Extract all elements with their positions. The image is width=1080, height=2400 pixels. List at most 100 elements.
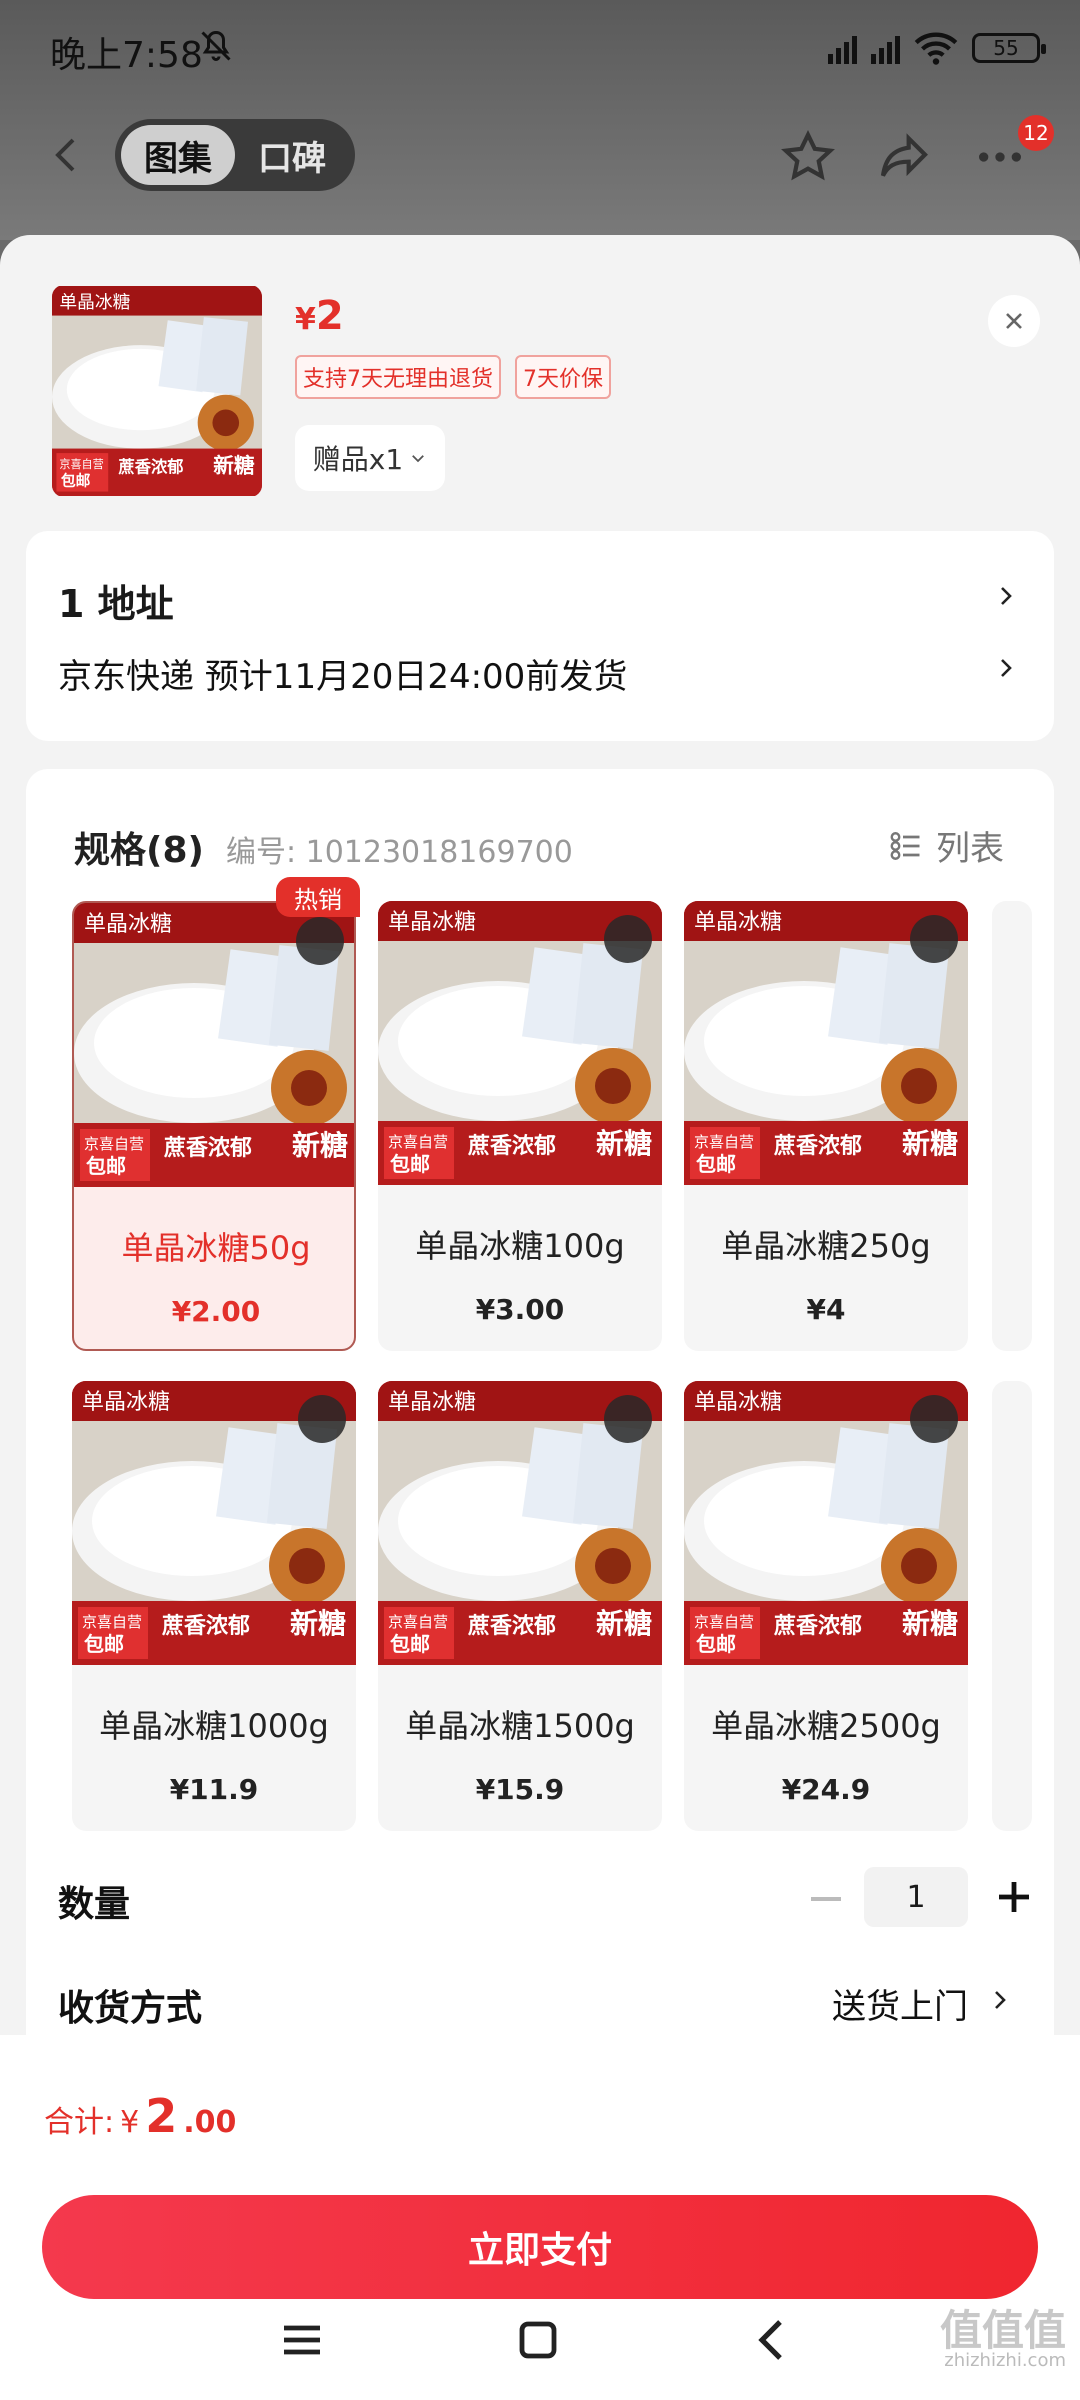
svg-text:包邮: 包邮 xyxy=(390,1632,430,1656)
svg-text:包邮: 包邮 xyxy=(696,1152,736,1176)
zoom-icon[interactable] xyxy=(910,915,958,963)
sku-card[interactable]: 单晶冰糖 京喜自营 包邮 蔗香浓郁 新糖 单晶冰糖2500g ¥24.9 xyxy=(684,1381,968,1831)
back-arrow-icon[interactable] xyxy=(48,135,88,175)
spec-title: 规格(8) xyxy=(74,830,204,871)
zoom-icon[interactable] xyxy=(296,917,344,965)
sku-price: ¥15.9 xyxy=(475,1773,565,1806)
total-symbol: ¥ xyxy=(120,2105,140,2140)
chevron-down-icon xyxy=(412,455,425,463)
quantity-input[interactable]: 1 xyxy=(864,1867,968,1927)
status-time: 晚上7:58 xyxy=(50,35,203,76)
shipping-estimate[interactable]: 京东快递 预计11月20日24:00前发货 xyxy=(58,649,627,698)
svg-text:新糖: 新糖 xyxy=(290,1607,346,1640)
tab-reviews[interactable]: 口碑 xyxy=(235,125,349,185)
star-icon[interactable] xyxy=(780,129,836,185)
watermark-url: zhizhizhi.com xyxy=(944,2350,1066,2371)
chevron-right-icon[interactable] xyxy=(994,581,1018,611)
battery-indicator: 55 xyxy=(972,33,1046,63)
order-total: 合计: ¥2.00 xyxy=(44,2089,236,2143)
svg-text:新糖: 新糖 xyxy=(902,1607,958,1640)
sku-card[interactable]: 单晶冰糖 京喜自营 包邮 蔗香浓郁 新糖 单晶冰糖1000g ¥11.9 xyxy=(72,1381,356,1831)
svg-text:新糖: 新糖 xyxy=(596,1607,652,1640)
total-label: 合计: xyxy=(44,2105,115,2140)
message-count-badge: 12 xyxy=(1018,115,1054,151)
purchase-sheet: 单晶冰糖 京喜自营 包邮 蔗香浓郁 新糖 ¥2 支持7天无理由退货 7天价保 赠… xyxy=(0,235,1080,2400)
sku-card[interactable]: 单晶冰糖 京喜自营 包邮 蔗香浓郁 新糖 单晶冰糖50g ¥2.00 xyxy=(72,901,356,1351)
svg-text:新糖: 新糖 xyxy=(902,1127,958,1160)
address-title[interactable]: 1 地址 xyxy=(58,573,174,628)
svg-text:包邮: 包邮 xyxy=(84,1632,124,1656)
close-button[interactable] xyxy=(988,295,1040,347)
sku-card[interactable]: 单晶冰糖京喜自营 包邮 蔗香浓郁 新糖单晶冰糖250g ¥4 xyxy=(684,901,968,1351)
svg-text:单晶冰糖: 单晶冰糖 xyxy=(388,910,476,935)
share-icon[interactable] xyxy=(876,129,932,185)
signal-icon xyxy=(871,32,900,64)
svg-text:包邮: 包邮 xyxy=(86,1154,126,1178)
sku-card[interactable]: 单晶冰糖 京喜自营 包邮 蔗香浓郁 新糖 单晶冰糖100g ¥3.00 xyxy=(378,901,662,1351)
chevron-right-icon[interactable] xyxy=(994,653,1018,683)
top-nav: 图集 口碑 12 xyxy=(0,115,1080,195)
sku-card[interactable]: 单晶冰糖 京喜自营 包邮 蔗香浓郁 新糖 单晶冰糖1500g ¥15.9 xyxy=(378,1381,662,1831)
svg-text:蔗香浓郁: 蔗香浓郁 xyxy=(773,1613,862,1639)
svg-text:新糖: 新糖 xyxy=(292,1129,348,1162)
product-image: 单晶冰糖 京喜自营 包邮 蔗香浓郁 新糖 xyxy=(52,286,262,496)
minus-icon[interactable] xyxy=(806,1879,846,1919)
sku-price: ¥11.9 xyxy=(169,1773,259,1806)
zoom-icon[interactable] xyxy=(604,1395,652,1443)
product-price: ¥2 xyxy=(295,293,344,339)
svg-text:蔗香浓郁: 蔗香浓郁 xyxy=(163,1135,252,1161)
tag-return-policy: 支持7天无理由退货 xyxy=(295,355,501,399)
svg-text:京喜自营: 京喜自营 xyxy=(59,457,103,471)
delivery-method-row[interactable]: 收货方式 送货上门 xyxy=(58,1963,1028,2043)
plus-icon[interactable] xyxy=(996,1879,1032,1915)
sku-name: 单晶冰糖100g xyxy=(415,1227,625,1265)
svg-text:包邮: 包邮 xyxy=(390,1152,430,1176)
service-tags: 支持7天无理由退货 7天价保 xyxy=(295,355,611,399)
svg-text:单晶冰糖: 单晶冰糖 xyxy=(84,912,172,937)
gift-selector[interactable]: 赠品x1 xyxy=(295,425,445,491)
sku-name: 单晶冰糖250g xyxy=(721,1227,931,1265)
watermark: 值值值 zhizhizhi.com xyxy=(940,2310,1066,2370)
svg-text:单晶冰糖: 单晶冰糖 xyxy=(82,1390,170,1415)
svg-text:蔗香浓郁: 蔗香浓郁 xyxy=(773,1133,862,1159)
sku-name: 单晶冰糖2500g xyxy=(711,1707,941,1745)
wifi-icon xyxy=(914,32,958,65)
bell-muted-icon xyxy=(201,30,231,61)
chevron-right-icon xyxy=(995,1991,1006,2009)
svg-text:单晶冰糖: 单晶冰糖 xyxy=(694,910,782,935)
home-icon[interactable] xyxy=(514,2316,562,2364)
status-bar: 晚上7:58 55 xyxy=(0,0,1080,100)
delivery-label: 收货方式 xyxy=(58,1988,203,2029)
sku-price: ¥4 xyxy=(806,1293,846,1326)
pay-now-button[interactable]: 立即支付 xyxy=(42,2195,1038,2299)
zoom-icon[interactable] xyxy=(604,915,652,963)
list-view-toggle[interactable]: 列表 xyxy=(888,821,1004,870)
zoom-icon[interactable] xyxy=(298,1395,346,1443)
total-decimal: .00 xyxy=(183,2105,237,2140)
svg-text:蔗香浓郁: 蔗香浓郁 xyxy=(161,1613,250,1639)
quantity-row: 数量 1 xyxy=(58,1859,1029,1939)
price-symbol: ¥ xyxy=(295,302,316,337)
gift-label: 赠品x1 xyxy=(312,443,404,476)
list-view-label: 列表 xyxy=(936,829,1004,869)
svg-text:京喜自营: 京喜自营 xyxy=(388,1133,448,1151)
sku-card-partial[interactable] xyxy=(992,901,1032,1351)
sku-name: 单晶冰糖50g xyxy=(121,1229,311,1267)
tab-gallery[interactable]: 图集 xyxy=(121,125,235,185)
zoom-icon[interactable] xyxy=(910,1395,958,1443)
menu-icon[interactable] xyxy=(278,2316,326,2364)
svg-text:蔗香浓郁: 蔗香浓郁 xyxy=(118,457,184,476)
svg-text:单晶冰糖: 单晶冰糖 xyxy=(694,1390,782,1415)
gallery-segmented-control: 图集 口碑 xyxy=(115,119,355,191)
sku-price: ¥2.00 xyxy=(171,1295,261,1328)
svg-text:单晶冰糖: 单晶冰糖 xyxy=(388,1390,476,1415)
back-icon[interactable] xyxy=(750,2316,798,2364)
list-icon xyxy=(890,831,920,860)
svg-text:京喜自营: 京喜自营 xyxy=(82,1613,142,1631)
sku-card-partial[interactable] xyxy=(992,1381,1032,1831)
product-thumbnail[interactable]: 单晶冰糖 京喜自营 包邮 蔗香浓郁 新糖 xyxy=(52,285,262,497)
signal-icon xyxy=(828,32,857,64)
svg-text:蔗香浓郁: 蔗香浓郁 xyxy=(467,1613,556,1639)
price-value: 2 xyxy=(315,293,344,339)
svg-text:京喜自营: 京喜自营 xyxy=(694,1133,754,1151)
